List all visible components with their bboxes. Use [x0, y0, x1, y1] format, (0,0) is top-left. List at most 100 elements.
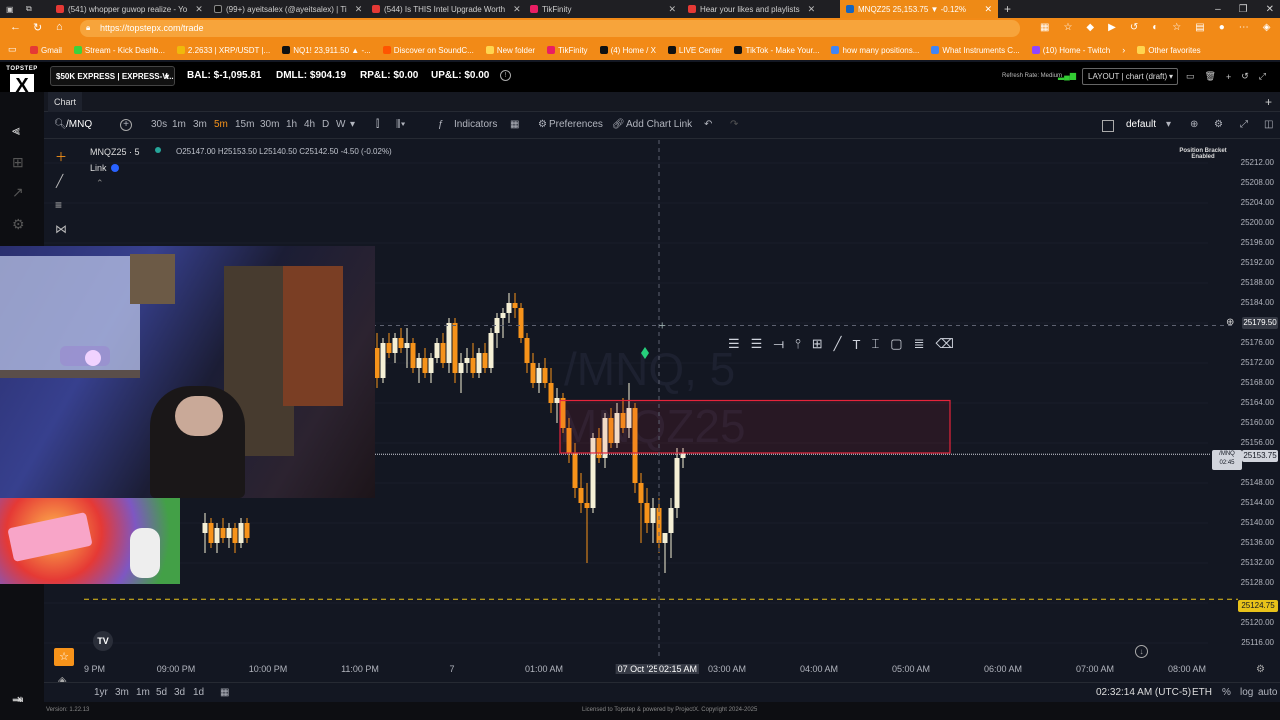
bookmark[interactable]: Stream - Kick Dashb... — [73, 46, 165, 55]
text-tool-icon[interactable]: T — [853, 337, 861, 352]
camera-icon[interactable]: ◫ — [1264, 119, 1273, 130]
interval-w[interactable]: W — [336, 119, 345, 130]
indicators-button[interactable]: Indicators — [454, 119, 497, 130]
collections-icon[interactable]: ▤ — [1195, 22, 1204, 33]
timezone-icon[interactable]: ↓ — [1135, 645, 1148, 658]
interval-4h[interactable]: 4h — [304, 119, 315, 130]
bookmark-folder-icon[interactable]: ▭ — [8, 44, 17, 55]
close-tab-icon[interactable]: ✕ — [984, 4, 992, 15]
interval-15m[interactable]: 15m — [235, 119, 254, 130]
chart-tool-icon[interactable]: ⫷ — [12, 122, 20, 139]
range-3d[interactable]: 3d — [174, 687, 185, 698]
new-tab-icon[interactable]: + — [998, 0, 1018, 18]
info-icon[interactable]: ! — [500, 70, 511, 81]
interval-1h[interactable]: 1h — [286, 119, 297, 130]
bookmark[interactable]: Other favorites — [1137, 46, 1201, 55]
browser-tab[interactable]: TikFinity ✕ — [524, 0, 682, 18]
browser-tab-active[interactable]: MNQZ25 25,153.75 ▼ -0.12% ✕ — [840, 0, 998, 18]
align-left-icon[interactable]: ☰ — [728, 336, 740, 352]
bookmark[interactable]: TikTok - Make Your... — [734, 46, 819, 55]
bookmark[interactable]: Gmail — [30, 46, 62, 55]
fullscreen-icon[interactable]: ⤢ — [1259, 71, 1266, 82]
chevron-down-icon[interactable]: ▾ — [1166, 119, 1171, 130]
layout-selector[interactable]: LAYOUT | chart (draft) ▾ — [1082, 68, 1178, 85]
interval-3m[interactable]: 3m — [193, 119, 207, 130]
favorites-icon[interactable]: ☆ — [1172, 22, 1181, 33]
vertical-line-icon[interactable]: ⫯ — [795, 336, 801, 352]
reload-icon[interactable]: ↻ — [33, 21, 42, 34]
extension-icon[interactable]: ◐ — [1152, 22, 1158, 33]
interval-d[interactable]: D — [322, 119, 329, 130]
compare-symbol-icon[interactable]: + — [120, 119, 132, 131]
bookmark[interactable]: (4) Home / X — [599, 46, 656, 55]
preferences-button[interactable]: Preferences — [549, 119, 603, 130]
bookmark[interactable]: how many positions... — [831, 46, 919, 55]
close-window-icon[interactable]: ✕ — [1266, 4, 1274, 15]
legend-link[interactable]: Link — [90, 163, 107, 173]
trendline-tool-icon[interactable]: ╱ — [56, 174, 63, 188]
browser-tab[interactable]: Hear your likes and playlists ✕ — [682, 0, 840, 18]
templates-icon[interactable]: ▦ — [510, 119, 519, 130]
save-layout-icon[interactable]: ▭ — [1186, 71, 1195, 82]
session-toggle[interactable]: ETH — [1192, 687, 1212, 698]
reset-layout-icon[interactable]: ↺ — [1241, 71, 1249, 82]
bookmark[interactable]: New folder — [485, 46, 535, 55]
candle-type-icon[interactable]: ⫿ — [376, 119, 379, 130]
interval-30m[interactable]: 30m — [260, 119, 279, 130]
bookmark[interactable]: 2.2633 | XRP/USDT |... — [176, 46, 270, 55]
browser-tab[interactable]: (541) whopper guwop realize - Yo ✕ — [50, 0, 208, 18]
browser-tab[interactable]: (544) Is THIS Intel Upgrade Worth ✕ — [366, 0, 524, 18]
bookmark[interactable]: (10) Home - Twitch — [1031, 46, 1110, 55]
tab-actions-icon[interactable]: ⧉ — [20, 0, 50, 18]
tradingview-icon[interactable]: TV — [93, 631, 113, 651]
add-alert-icon[interactable]: ⊕ — [1226, 317, 1238, 329]
extension-icon[interactable]: ▶ — [1108, 22, 1116, 33]
account-selector[interactable]: $50K EXPRESS | EXPRESS-V... ▾ — [50, 66, 175, 86]
window-menu-icon[interactable]: ▣ — [0, 0, 20, 18]
align-center-icon[interactable]: ☰ — [751, 336, 763, 352]
search-icon[interactable]: 🔍︎ — [54, 119, 67, 130]
template-selector[interactable]: default — [1126, 119, 1156, 130]
grid-tool-icon[interactable]: ⊞ — [812, 336, 823, 352]
symbol-search[interactable]: /MNQ — [66, 119, 92, 130]
home-icon[interactable]: ⌂ — [56, 21, 63, 33]
interval-5m[interactable]: 5m — [214, 119, 228, 130]
copilot-icon[interactable]: ◈ — [1263, 22, 1271, 33]
date-range-icon[interactable]: ▦ — [220, 687, 229, 698]
layout-toggle-icon[interactable] — [1102, 120, 1114, 132]
undo-icon[interactable]: ↶ — [704, 119, 712, 130]
bookmark[interactable]: What Instruments C... — [931, 46, 1020, 55]
range-5d[interactable]: 5d — [156, 687, 167, 698]
refresh-extension-icon[interactable]: ↺ — [1130, 22, 1138, 33]
interval-30s[interactable]: 30s — [151, 119, 167, 130]
lines-tool-icon[interactable]: ≣ — [914, 336, 925, 352]
profile-icon[interactable]: ● — [1219, 22, 1225, 33]
clock[interactable]: 02:32:14 AM (UTC-5) — [1096, 687, 1191, 698]
close-tab-icon[interactable]: ✕ — [513, 4, 521, 15]
back-icon[interactable]: ← — [10, 21, 21, 33]
measure-icon[interactable]: ⌶ — [871, 336, 879, 352]
redo-icon[interactable]: ↷ — [730, 119, 738, 130]
analytics-tool-icon[interactable]: ↗ — [12, 184, 24, 201]
close-tab-icon[interactable]: ✕ — [195, 4, 203, 15]
log-toggle[interactable]: log — [1240, 687, 1253, 698]
bookmark[interactable]: LIVE Center — [667, 46, 722, 55]
settings-tool-icon[interactable]: ⚙ — [12, 216, 25, 233]
browser-tab[interactable]: (99+) ayeitsalex (@ayeitsalex) | Ti ✕ — [208, 0, 366, 18]
delete-layout-icon[interactable]: 🗑︎ — [1205, 71, 1216, 82]
range-3m[interactable]: 3m — [115, 687, 129, 698]
crosshair-tool-icon[interactable]: ＋ — [55, 148, 67, 165]
favorite-star-icon[interactable]: ☆ — [1063, 22, 1072, 33]
grid-icon[interactable]: ▦ — [1040, 22, 1049, 33]
interval-dropdown-icon[interactable]: ▾ — [350, 119, 355, 130]
more-icon[interactable]: ⋯ — [1239, 22, 1249, 33]
range-1d[interactable]: 1d — [193, 687, 204, 698]
tab-chart[interactable]: Chart — [48, 92, 83, 112]
fullscreen-chart-icon[interactable]: ⤢ — [1240, 119, 1248, 130]
bookmark[interactable]: Discover on SoundC... — [382, 46, 474, 55]
close-tab-icon[interactable]: ✕ — [808, 4, 816, 15]
range-1yr[interactable]: 1yr — [94, 687, 108, 698]
bookmark[interactable]: TikFinity — [547, 46, 588, 55]
percent-toggle[interactable]: % — [1222, 687, 1231, 698]
price-axis[interactable]: 25212.00 25208.00 25204.00 25200.00 25196.00… — [1208, 140, 1280, 660]
